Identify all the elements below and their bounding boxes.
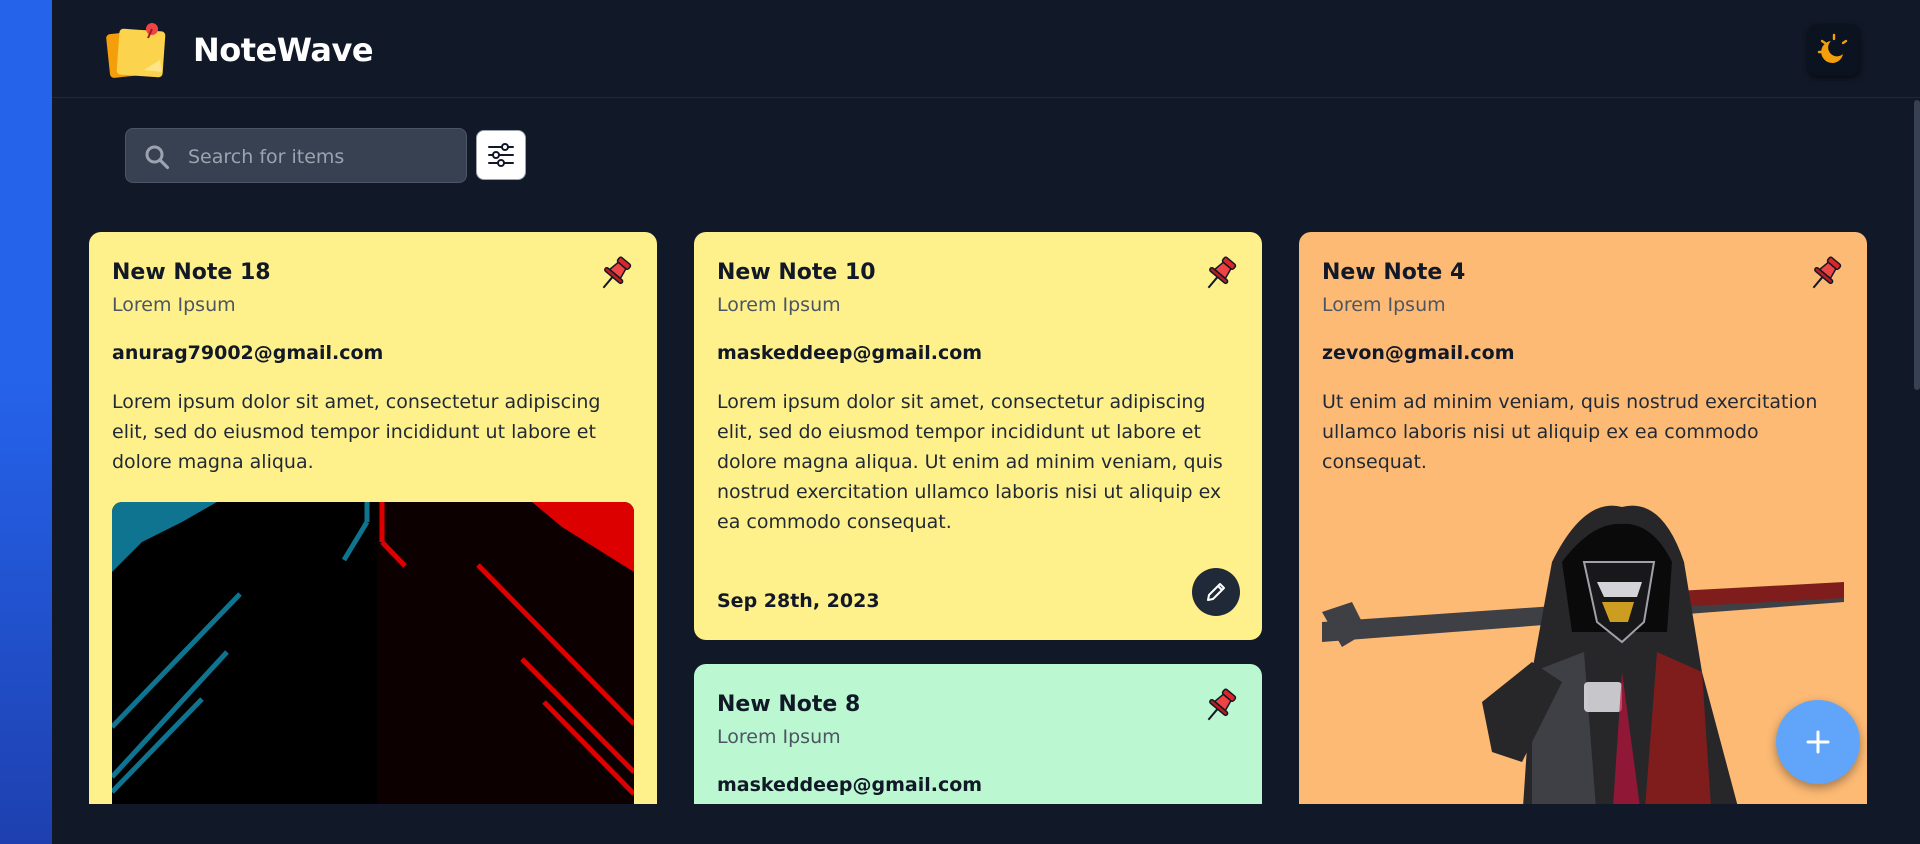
note-email: maskeddeep@gmail.com <box>717 774 983 796</box>
note-email: anurag79002@gmail.com <box>112 342 384 364</box>
pushpin-icon[interactable] <box>595 254 635 294</box>
theme-toggle-button[interactable] <box>1808 24 1860 76</box>
note-email: zevon@gmail.com <box>1322 342 1515 364</box>
app-title: NoteWave <box>193 31 374 69</box>
note-image <box>1322 502 1844 804</box>
note-subtitle: Lorem Ipsum <box>717 726 841 748</box>
note-card[interactable]: New Note 8 Lorem Ipsum maskeddeep@gmail.… <box>694 664 1262 804</box>
note-date: Sep 28th, 2023 <box>717 590 880 612</box>
note-title: New Note 4 <box>1322 260 1466 285</box>
sticky-note-logo-icon <box>106 23 166 78</box>
note-body: Ut enim ad minim veniam, quis nostrud ex… <box>1322 391 1818 473</box>
note-email: maskeddeep@gmail.com <box>717 342 983 364</box>
note-subtitle: Lorem Ipsum <box>112 294 236 316</box>
note-title: New Note 8 <box>717 692 861 717</box>
notes-grid: New Note 18 Lorem Ipsum anurag79002@gmai… <box>52 232 1920 804</box>
note-title: New Note 18 <box>112 260 271 285</box>
note-card[interactable]: New Note 18 Lorem Ipsum anurag79002@gmai… <box>89 232 657 804</box>
search-bar <box>125 128 467 184</box>
note-subtitle: Lorem Ipsum <box>1322 294 1446 316</box>
edit-note-button[interactable] <box>1192 568 1240 616</box>
note-subtitle: Lorem Ipsum <box>717 294 841 316</box>
search-input[interactable] <box>186 129 460 184</box>
note-body: Lorem ipsum dolor sit amet, consectetur … <box>717 391 1223 533</box>
pencil-icon <box>1207 583 1225 601</box>
pushpin-icon[interactable] <box>1805 254 1845 294</box>
moon-sun-icon <box>1817 33 1848 63</box>
note-card[interactable]: New Note 10 Lorem Ipsum maskeddeep@gmail… <box>694 232 1262 640</box>
app-root: NoteWave Search for items New Note 18 Lo… <box>52 0 1920 844</box>
note-image <box>112 502 634 804</box>
search-icon <box>145 145 170 170</box>
left-accent-bar <box>0 0 52 844</box>
note-title: New Note 10 <box>717 260 876 285</box>
sliders-icon <box>488 143 514 167</box>
filter-button[interactable] <box>476 130 526 180</box>
pushpin-icon[interactable] <box>1200 686 1240 726</box>
scrollbar[interactable] <box>1914 100 1920 390</box>
plus-icon <box>1806 730 1830 754</box>
add-note-button[interactable] <box>1776 700 1860 784</box>
top-header: NoteWave <box>52 0 1920 98</box>
pushpin-icon[interactable] <box>1200 254 1240 294</box>
note-body: Lorem ipsum dolor sit amet, consectetur … <box>112 391 601 473</box>
